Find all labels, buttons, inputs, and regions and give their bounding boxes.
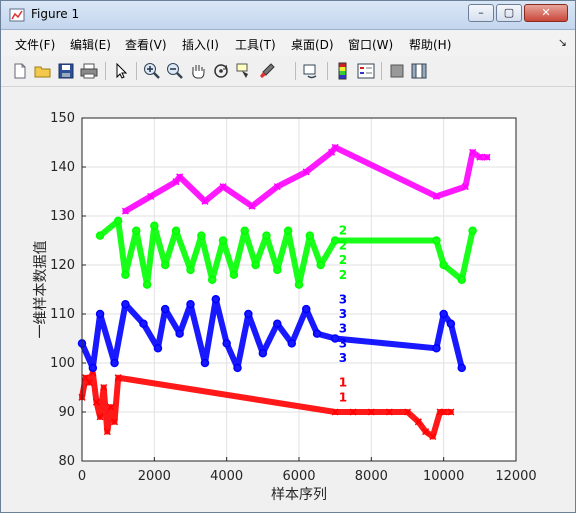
figure-canvas[interactable]: 22223333311 0 2000 4000 6000 8000 10000 12000 8…: [1, 87, 575, 512]
toolbar-separator: [381, 62, 382, 80]
y-tick-label: 130: [50, 209, 75, 224]
level-label: 2: [339, 268, 347, 282]
level-label: 2: [339, 253, 347, 267]
figure-window: Figure 1 – ▢ ✕ 文件(F) 编辑(E) 查看(V) 插入(I) 工…: [0, 0, 576, 513]
brush-icon[interactable]: [257, 61, 277, 81]
level-label: 3: [339, 322, 347, 336]
close-button[interactable]: ✕: [524, 4, 568, 22]
minimize-button[interactable]: –: [468, 4, 494, 22]
toolbar-separator: [105, 62, 106, 80]
x-tick-label: 0: [78, 469, 86, 484]
legend-icon[interactable]: [356, 61, 376, 81]
annotations: 22223333311: [339, 224, 347, 405]
show-plot-tools-icon[interactable]: [409, 61, 429, 81]
y-axis-label: 一维样本数据值: [33, 241, 49, 339]
y-tick-label: 80: [58, 454, 75, 469]
y-tick-label: 140: [50, 160, 75, 175]
plot-axes[interactable]: 22223333311 0 2000 4000 6000 8000 10000 120008…: [1, 87, 575, 512]
menu-bar: 文件(F) 编辑(E) 查看(V) 插入(I) 工具(T) 桌面(D) 窗口(W…: [1, 30, 575, 56]
level-label: 3: [339, 351, 347, 365]
toolbar-separator: [136, 62, 137, 80]
level-label: 1: [339, 376, 347, 390]
x-tick-label: 4000: [210, 469, 243, 484]
menu-file[interactable]: 文件(F): [15, 36, 55, 53]
toolbar-separator: [327, 62, 328, 80]
zoom-in-icon[interactable]: [142, 61, 162, 81]
zoom-out-icon[interactable]: [165, 61, 185, 81]
x-tick-label: 2000: [138, 469, 171, 484]
save-icon[interactable]: [56, 61, 76, 81]
level-label: 2: [339, 238, 347, 252]
maximize-button[interactable]: ▢: [496, 4, 522, 22]
window-title: Figure 1: [31, 7, 80, 21]
data-cursor-icon[interactable]: [234, 61, 254, 81]
pan-hand-icon[interactable]: [188, 61, 208, 81]
matlab-figure-icon: [9, 8, 25, 22]
y-tick-label: 90: [58, 405, 75, 420]
print-icon[interactable]: [79, 61, 99, 81]
y-tick-label: 150: [50, 111, 75, 126]
edit-plot-arrow-icon[interactable]: [111, 61, 131, 81]
colorbar-icon[interactable]: [333, 61, 353, 81]
y-tick-label: 100: [50, 356, 75, 371]
x-tick-label: 8000: [355, 469, 388, 484]
x-tick-label: 10000: [423, 469, 464, 484]
menu-tools[interactable]: 工具(T): [235, 36, 276, 53]
new-figure-icon[interactable]: [10, 61, 30, 81]
menu-desktop[interactable]: 桌面(D): [291, 36, 334, 53]
level-label: 3: [339, 336, 347, 350]
y-tick-label: 110: [50, 307, 75, 322]
level-label: 1: [339, 390, 347, 404]
x-tick-label: 12000: [495, 469, 536, 484]
open-file-icon[interactable]: [33, 61, 53, 81]
toolbar-separator: [295, 62, 296, 80]
y-tick-label: 120: [50, 258, 75, 273]
link-plot-icon[interactable]: [301, 61, 321, 81]
level-label: 2: [339, 224, 347, 238]
dock-arrow-icon[interactable]: ↘: [558, 36, 567, 49]
menu-view[interactable]: 查看(V): [125, 36, 167, 53]
x-tick-label: 6000: [282, 469, 315, 484]
menu-help[interactable]: 帮助(H): [409, 36, 451, 53]
level-label: 3: [339, 307, 347, 321]
level-label: 3: [339, 292, 347, 306]
title-bar[interactable]: Figure 1 – ▢ ✕: [1, 1, 575, 30]
menu-window[interactable]: 窗口(W): [348, 36, 393, 53]
menu-edit[interactable]: 编辑(E): [70, 36, 111, 53]
hide-plot-tools-icon[interactable]: [387, 61, 407, 81]
x-axis-label: 样本序列: [271, 487, 327, 503]
menu-insert[interactable]: 插入(I): [182, 36, 219, 53]
figure-toolbar: [1, 56, 575, 87]
rotate-3d-icon[interactable]: [211, 61, 231, 81]
